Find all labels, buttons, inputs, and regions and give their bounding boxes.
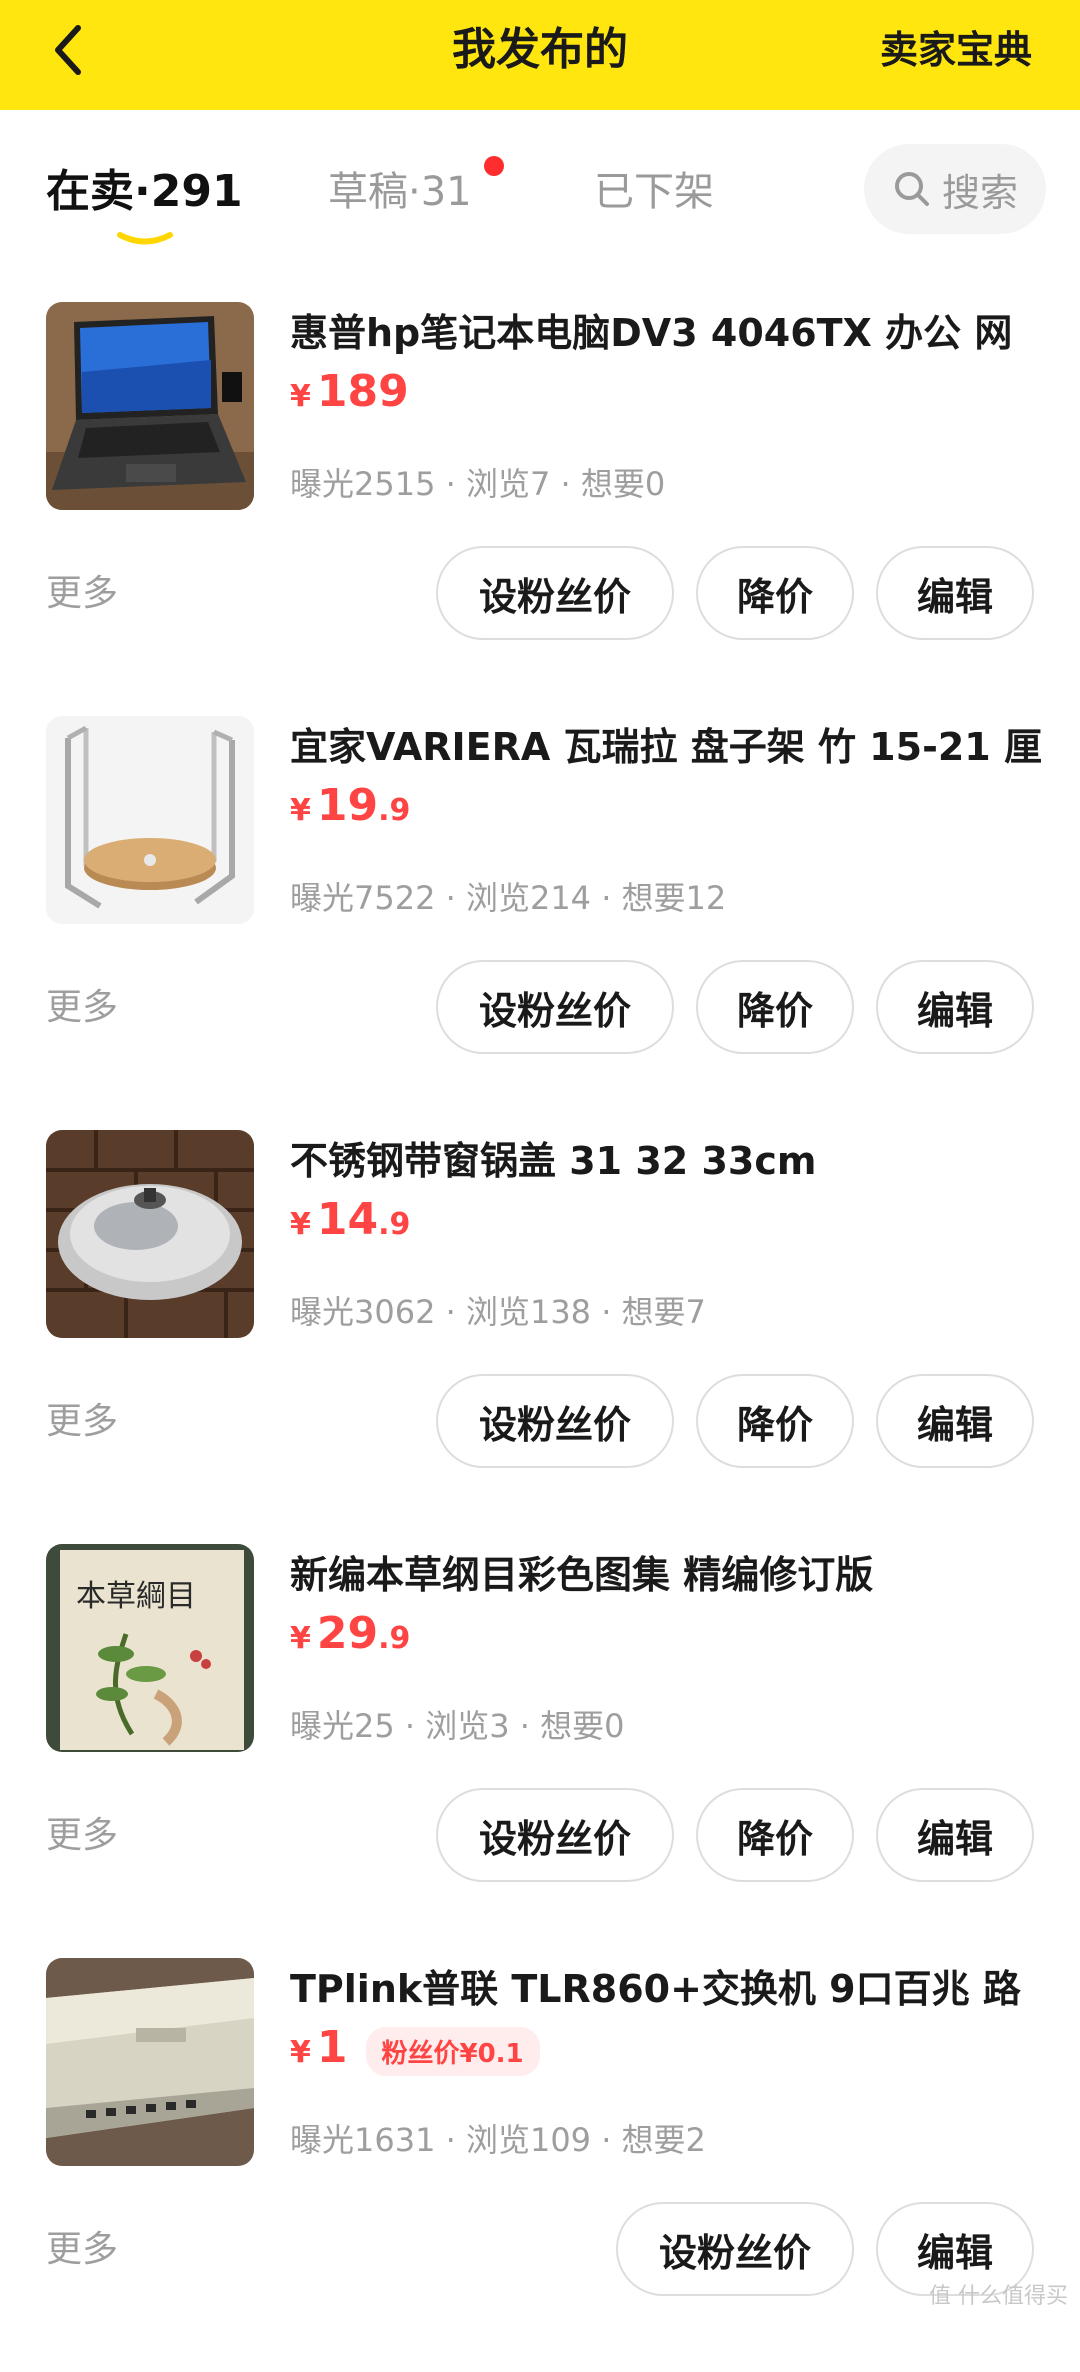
- item-stats: 曝光3062 · 浏览138 · 想要7: [290, 1293, 706, 1331]
- book-cover-title: 本草綱目: [76, 1579, 196, 1614]
- price-integer: 19: [316, 780, 379, 831]
- search-icon: [894, 172, 929, 206]
- item-stats: 曝光7522 · 浏览214 · 想要12: [290, 879, 727, 917]
- listing-item[interactable]: 惠普hp笔记本电脑DV3 4046TX 办公 网 ¥ 189 曝光2515 · …: [0, 302, 1080, 716]
- set-fan-price-button[interactable]: 设粉丝价: [436, 1374, 674, 1468]
- tab-on-sale[interactable]: 在卖·291: [46, 164, 243, 220]
- reduce-price-button[interactable]: 降价: [696, 1788, 854, 1882]
- seller-guide-link[interactable]: 卖家宝典: [880, 24, 1032, 76]
- item-price: ¥ 189: [290, 366, 409, 426]
- currency-symbol: ¥: [290, 793, 311, 828]
- item-stats: 曝光25 · 浏览3 · 想要0: [290, 1707, 625, 1745]
- set-fan-price-button[interactable]: 设粉丝价: [436, 1788, 674, 1882]
- edit-button[interactable]: 编辑: [876, 960, 1034, 1054]
- listing-item[interactable]: TPlink普联 TLR860+交换机 9口百兆 路 ¥ 1 粉丝价¥0.1 曝…: [0, 1958, 1080, 2372]
- item-price: ¥ 19 .9: [290, 780, 410, 840]
- listing-item[interactable]: 本草綱目 新编本草纲目彩色图集 精编修订版 ¥ 29 .9 曝光25 · 浏览3…: [0, 1544, 1080, 1958]
- tab-bar: 在卖·291 草稿·31 已下架 搜索: [0, 110, 1080, 270]
- more-button[interactable]: 更多: [46, 2226, 118, 2274]
- fan-price-badge: 粉丝价¥0.1: [365, 2027, 540, 2076]
- listing-item[interactable]: 宜家VARIERA 瓦瑞拉 盘子架 竹 15-21 厘 ¥ 19 .9 曝光75…: [0, 716, 1080, 1130]
- price-integer: 29: [316, 1608, 379, 1659]
- price-decimal: .9: [378, 1207, 411, 1242]
- tab-off-shelf[interactable]: 已下架: [594, 164, 714, 220]
- item-title[interactable]: 惠普hp笔记本电脑DV3 4046TX 办公 网: [290, 308, 1050, 358]
- edit-button[interactable]: 编辑: [876, 1374, 1034, 1468]
- watermark: 值 什么值得买: [929, 2284, 1068, 2309]
- reduce-price-button[interactable]: 降价: [696, 1374, 854, 1468]
- drafts-notification-dot: [484, 156, 504, 176]
- price-decimal: .9: [378, 1621, 411, 1656]
- set-fan-price-button[interactable]: 设粉丝价: [616, 2202, 854, 2296]
- listing-item[interactable]: 不锈钢带窗锅盖 31 32 33cm ¥ 14 .9 曝光3062 · 浏览13…: [0, 1130, 1080, 1544]
- item-title[interactable]: 新编本草纲目彩色图集 精编修订版: [290, 1550, 1050, 1600]
- more-button[interactable]: 更多: [46, 1812, 118, 1860]
- reduce-price-button[interactable]: 降价: [696, 546, 854, 640]
- item-price: ¥ 29 .9: [290, 1608, 410, 1668]
- product-thumbnail[interactable]: [46, 302, 254, 510]
- price-integer: 14: [316, 1194, 379, 1245]
- item-stats: 曝光1631 · 浏览109 · 想要2: [290, 2121, 706, 2159]
- search-button[interactable]: 搜索: [864, 144, 1046, 234]
- top-bar: 我发布的 卖家宝典: [0, 0, 1080, 110]
- more-button[interactable]: 更多: [46, 984, 118, 1032]
- item-title[interactable]: 宜家VARIERA 瓦瑞拉 盘子架 竹 15-21 厘: [290, 722, 1050, 772]
- tab-drafts[interactable]: 草稿·31: [328, 164, 472, 220]
- edit-button[interactable]: 编辑: [876, 1788, 1034, 1882]
- product-thumbnail[interactable]: [46, 1130, 254, 1338]
- item-stats: 曝光2515 · 浏览7 · 想要0: [290, 465, 666, 503]
- active-tab-indicator: [117, 232, 173, 245]
- product-thumbnail[interactable]: [46, 716, 254, 924]
- set-fan-price-button[interactable]: 设粉丝价: [436, 546, 674, 640]
- product-thumbnail[interactable]: [46, 1958, 254, 2166]
- search-label: 搜索: [941, 170, 1018, 215]
- item-title[interactable]: TPlink普联 TLR860+交换机 9口百兆 路: [290, 1964, 1050, 2014]
- price-decimal: .9: [378, 793, 411, 828]
- price-integer: 1: [316, 2022, 348, 2073]
- item-title[interactable]: 不锈钢带窗锅盖 31 32 33cm: [290, 1136, 1050, 1186]
- set-fan-price-button[interactable]: 设粉丝价: [436, 960, 674, 1054]
- price-integer: 189: [316, 366, 409, 417]
- currency-symbol: ¥: [290, 2035, 311, 2070]
- currency-symbol: ¥: [290, 1621, 311, 1656]
- more-button[interactable]: 更多: [46, 1398, 118, 1446]
- item-price: ¥ 14 .9: [290, 1194, 410, 1254]
- reduce-price-button[interactable]: 降价: [696, 960, 854, 1054]
- more-button[interactable]: 更多: [46, 570, 118, 618]
- item-price: ¥ 1 粉丝价¥0.1: [290, 2022, 540, 2082]
- currency-symbol: ¥: [290, 1207, 311, 1242]
- currency-symbol: ¥: [290, 379, 311, 414]
- product-thumbnail[interactable]: 本草綱目: [46, 1544, 254, 1752]
- edit-button[interactable]: 编辑: [876, 546, 1034, 640]
